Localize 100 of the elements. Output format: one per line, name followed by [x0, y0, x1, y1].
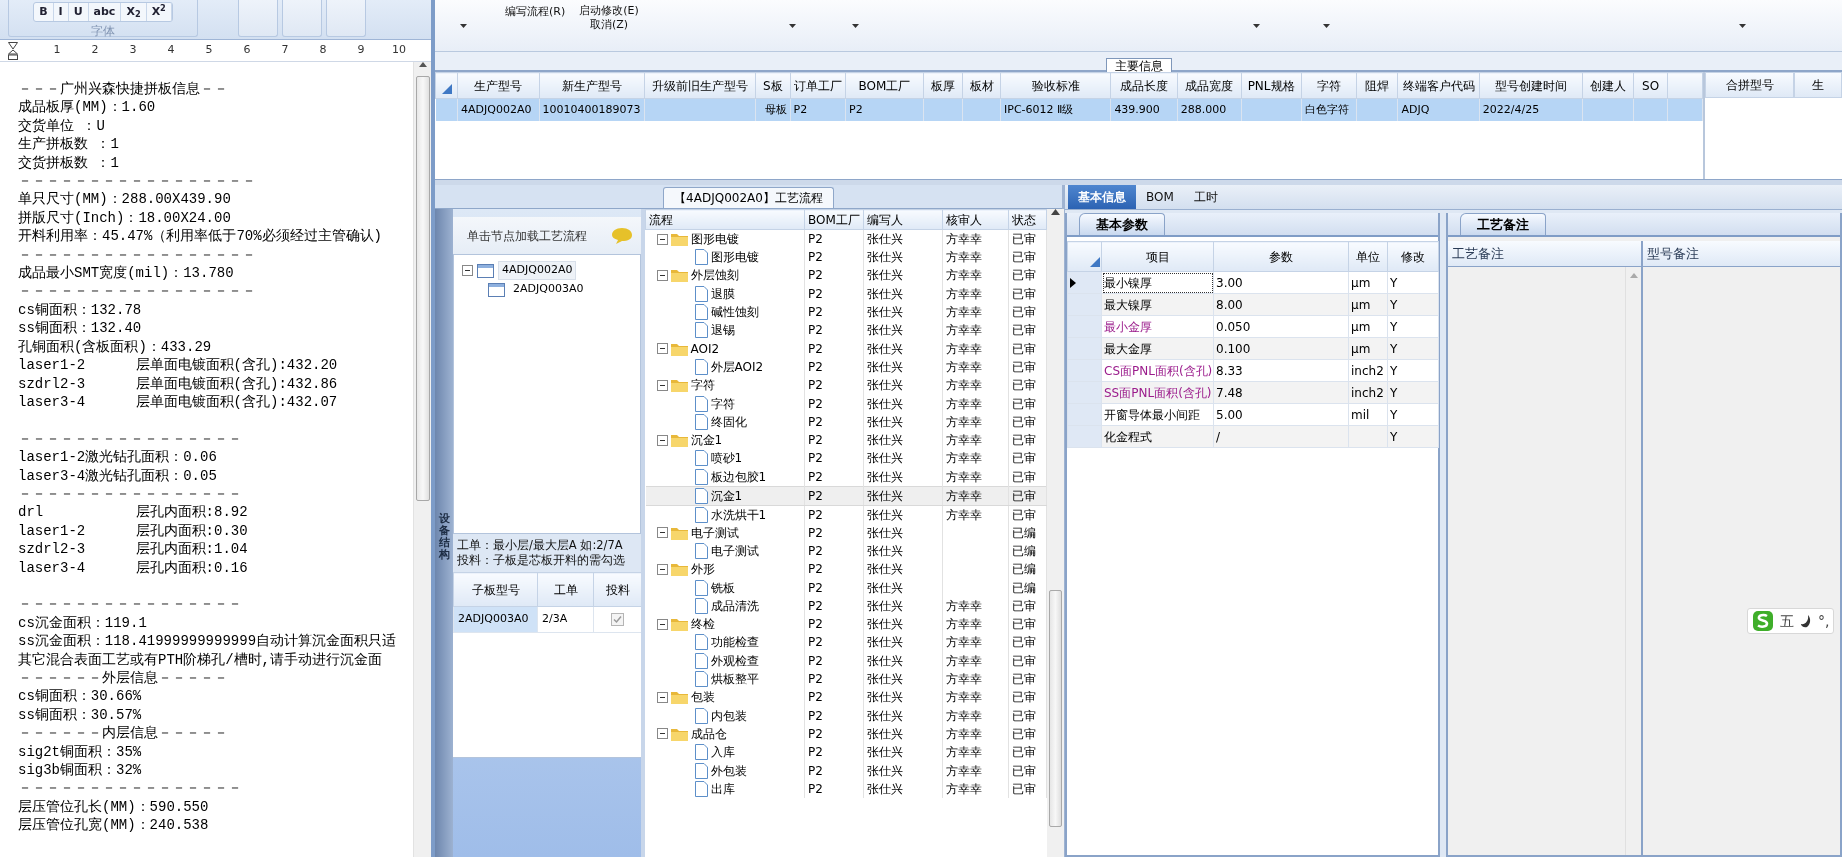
caret-icon[interactable]	[851, 24, 859, 28]
tab[interactable]: 工艺备注	[1460, 213, 1546, 235]
collapse-icon[interactable]	[656, 233, 668, 245]
collapse-icon[interactable]	[656, 527, 668, 539]
collapse-icon[interactable]	[656, 343, 668, 355]
column-header[interactable]: 成品宽度	[1177, 72, 1242, 99]
column-header[interactable]: 合拼型号	[1705, 72, 1795, 98]
tree-node[interactable]: 电子测试	[710, 542, 759, 560]
tree-node[interactable]: 包装	[690, 688, 715, 707]
tree-node[interactable]: 喷砂1	[710, 449, 743, 468]
format-button[interactable]: U	[68, 3, 89, 21]
tree-node[interactable]: 退膜	[710, 284, 735, 303]
column-header[interactable]: 工单	[537, 572, 594, 607]
tree-node[interactable]: 出库	[710, 779, 735, 798]
tree-node[interactable]: 碱性蚀刻	[710, 303, 759, 322]
tree-node[interactable]: 沉金1	[710, 486, 743, 505]
collapse-icon[interactable]	[462, 265, 473, 276]
column-header[interactable]: 终端客户代码	[1397, 72, 1480, 99]
tree-node[interactable]: 外层蚀刻	[690, 266, 739, 285]
tab[interactable]: BOM	[1136, 185, 1184, 209]
column-header[interactable]: 项目	[1101, 241, 1214, 272]
column-header[interactable]: 创建人	[1582, 72, 1634, 99]
scroll-up-icon[interactable]	[1051, 209, 1060, 215]
tab[interactable]: 基本信息	[1068, 185, 1136, 209]
tree-node[interactable]: 图形电镀	[690, 230, 739, 248]
format-button[interactable]: abc	[88, 3, 122, 21]
checkbox[interactable]	[611, 612, 624, 626]
column-header[interactable]: BOM工厂	[845, 72, 924, 99]
collapse-icon[interactable]	[656, 379, 668, 391]
tree-node[interactable]: 内包装	[710, 706, 747, 725]
column-header[interactable]: BOM工厂	[804, 209, 864, 230]
collapse-icon[interactable]	[656, 618, 668, 630]
caret-icon[interactable]	[788, 24, 796, 28]
collapse-icon[interactable]	[656, 434, 668, 446]
collapse-icon[interactable]	[656, 563, 668, 575]
moon-icon[interactable]	[1800, 614, 1812, 628]
indent-marker-icon[interactable]	[8, 41, 18, 60]
column-header[interactable]: 单位	[1348, 241, 1388, 272]
tree-node[interactable]: 电子测试	[690, 523, 739, 542]
tree-node[interactable]: 终固化	[710, 412, 747, 431]
column-header[interactable]: 核审人	[942, 209, 1009, 230]
menu-command[interactable]: 取消(Z)	[589, 18, 629, 32]
column-header[interactable]: PNL规格	[1241, 72, 1302, 99]
tree-node[interactable]: 外层AOI2	[710, 357, 764, 376]
tree-node[interactable]: AOI2	[690, 339, 720, 358]
caret-icon[interactable]	[1252, 24, 1260, 28]
corner-icon[interactable]	[1090, 256, 1100, 267]
column-header[interactable]: 状态	[1008, 209, 1047, 230]
tree-node[interactable]: 功能检查	[710, 633, 759, 652]
column-header[interactable]: 板材	[962, 72, 1001, 99]
format-button[interactable]: B	[34, 3, 54, 21]
tree-node[interactable]: 字符	[690, 376, 715, 395]
scroll-thumb[interactable]	[1049, 590, 1062, 827]
format-button[interactable]: I	[53, 3, 69, 21]
column-header[interactable]: 生产型号	[457, 72, 540, 99]
scrollbar[interactable]	[1047, 209, 1064, 857]
tree-node[interactable]: 成品清洗	[710, 596, 759, 615]
column-header[interactable]: 板厚	[923, 72, 963, 99]
tree-node[interactable]: 退锡	[710, 321, 735, 340]
column-header[interactable]: 型号创建时间	[1479, 72, 1583, 99]
caret-icon[interactable]	[1738, 24, 1746, 28]
tree-node[interactable]: 图形电镀	[710, 248, 759, 267]
menu-command[interactable]: 启动修改(E)	[579, 4, 639, 18]
tree-node[interactable]: 外观检查	[710, 651, 759, 670]
tree-node[interactable]: 成品仓	[690, 724, 727, 743]
column-header[interactable]: 升级前旧生产型号	[644, 72, 756, 99]
tab[interactable]: 工时	[1183, 185, 1228, 209]
column-header[interactable]: 编写人	[863, 209, 943, 230]
column-header[interactable]: SO	[1633, 72, 1668, 99]
corner-icon[interactable]	[441, 83, 452, 94]
format-button[interactable]: X$^{2}$	[146, 3, 172, 21]
input-method-bar[interactable]: 五 °,	[1747, 608, 1835, 634]
input-mode[interactable]: 五	[1780, 610, 1794, 632]
tree-node[interactable]: 水洗烘干1	[710, 505, 767, 524]
tab[interactable]: 基本参数	[1079, 213, 1165, 235]
column-header[interactable]: 修改	[1387, 241, 1439, 272]
column-header[interactable]: 参数	[1213, 241, 1349, 272]
column-header[interactable]: 验收标准	[1000, 72, 1111, 99]
format-button[interactable]: X$_{2}$	[121, 3, 147, 21]
tree-node[interactable]: 铣板	[710, 578, 735, 597]
tree-node[interactable]: 字符	[710, 394, 735, 413]
punctuation-mode[interactable]: °,	[1818, 610, 1830, 632]
tree-node[interactable]: 外包装	[710, 761, 747, 780]
column-header[interactable]: 流程	[645, 209, 805, 230]
column-header[interactable]: 订单工厂	[790, 72, 846, 99]
input-method-logo-icon[interactable]	[1752, 610, 1774, 632]
column-header[interactable]: 投料	[593, 572, 642, 607]
column-header[interactable]: 新生产型号	[539, 72, 645, 99]
tree-node[interactable]: 入库	[710, 743, 735, 762]
column-header[interactable]: S板	[755, 72, 791, 99]
column-header[interactable]: 阻焊	[1356, 72, 1398, 99]
tree-node[interactable]: 4ADJQ002A0	[498, 261, 577, 280]
scroll-thumb[interactable]	[415, 76, 430, 501]
column-header[interactable]: 成品长度	[1110, 72, 1178, 99]
tree-node[interactable]: 烘板整平	[710, 670, 759, 689]
column-header[interactable]: 子板型号	[453, 572, 538, 607]
tree-node[interactable]: 外形	[690, 560, 715, 579]
collapse-icon[interactable]	[656, 691, 668, 703]
scrollbar[interactable]	[413, 62, 431, 857]
tree-node[interactable]: 2ADJQ003A0	[509, 280, 588, 299]
